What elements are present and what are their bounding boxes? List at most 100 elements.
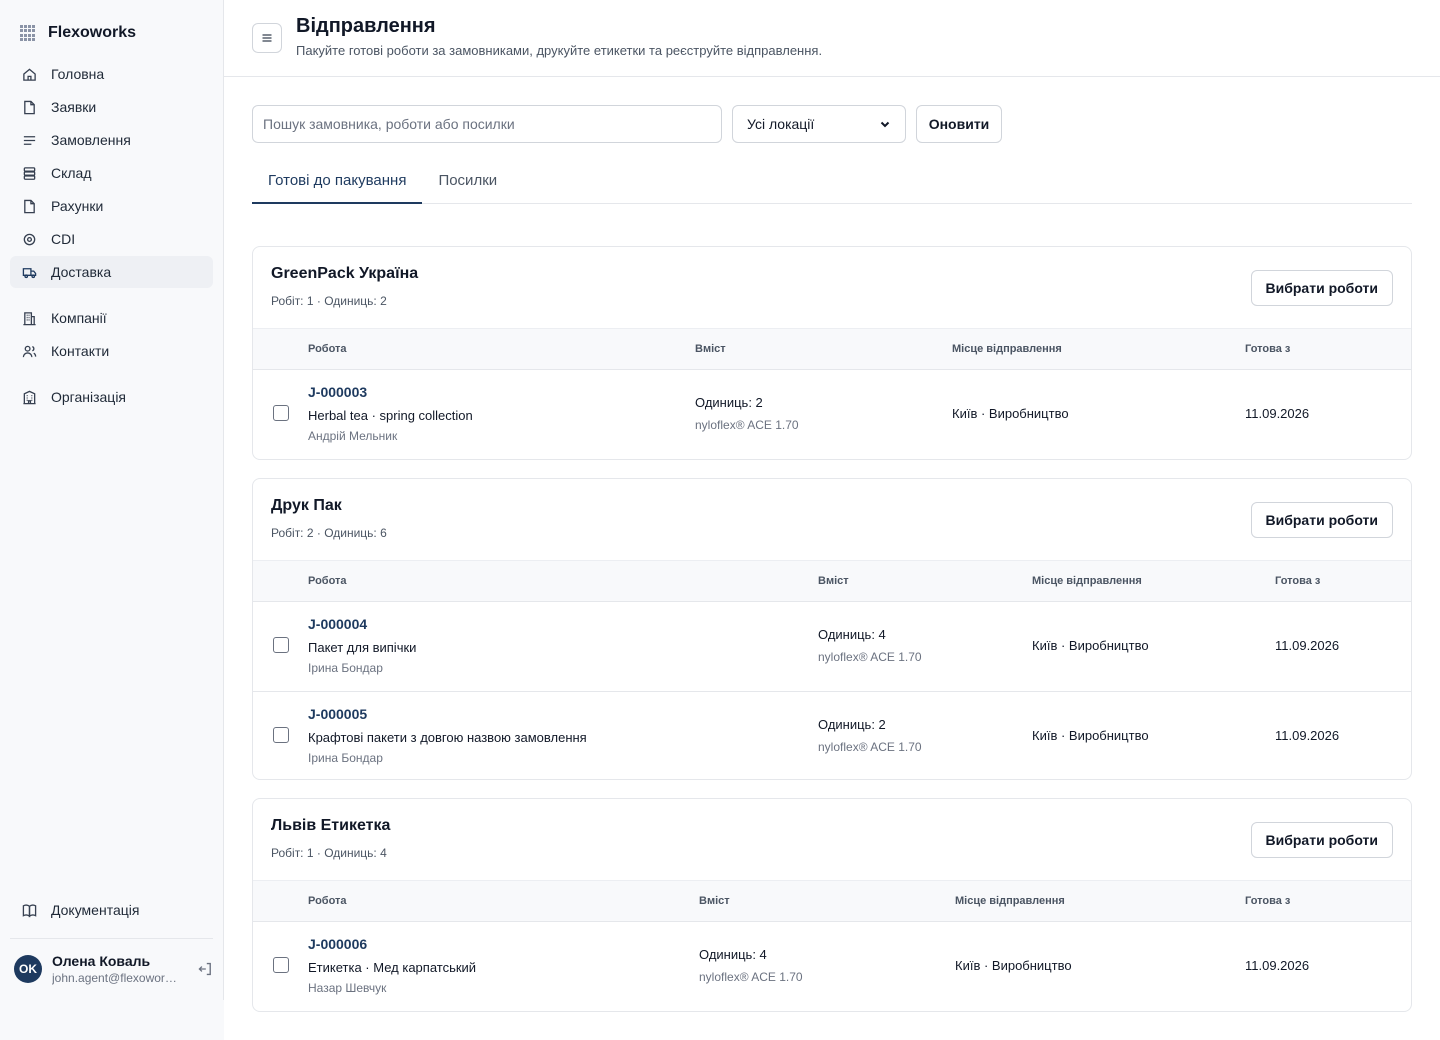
job-name: Етикетка · Мед карпатський xyxy=(308,960,477,975)
nav-org: Організація xyxy=(10,381,213,414)
page-title: Відправлення xyxy=(296,15,436,37)
row-checkbox[interactable] xyxy=(273,727,289,743)
table-header: Робота Вміст Місце відправлення Готова з xyxy=(253,328,1411,370)
row-checkbox[interactable] xyxy=(273,405,289,421)
sidebar-item-label: Склад xyxy=(51,165,92,181)
row-checkbox[interactable] xyxy=(273,637,289,653)
sidebar-item-orders[interactable]: Замовлення xyxy=(10,124,213,156)
tabs: Готові до пакування Посилки xyxy=(252,163,1412,204)
table-row: J-000005 Крафтові пакети з довгою назвою… xyxy=(253,691,1411,779)
job-id-link[interactable]: J-000005 xyxy=(308,706,367,722)
column-header-location: Місце відправлення xyxy=(955,895,1065,907)
home-icon xyxy=(23,67,36,81)
column-header-job: Робота xyxy=(308,575,347,587)
location-select[interactable]: Усі локації xyxy=(732,105,906,143)
select-jobs-button[interactable]: Вибрати роботи xyxy=(1250,822,1393,858)
tab-parcels[interactable]: Посилки xyxy=(422,163,513,204)
job-person: Андрій Мельник xyxy=(308,429,398,443)
page-subtitle: Пакуйте готові роботи за замовниками, др… xyxy=(296,43,823,58)
table-row: J-000006 Етикетка · Мед карпатський Наза… xyxy=(253,922,1411,1011)
user-name: Олена Коваль xyxy=(52,952,151,969)
brand[interactable]: Flexoworks xyxy=(20,22,136,44)
job-ready-date: 11.09.2026 xyxy=(1245,406,1310,421)
table-row: J-000004 Пакет для випічки Ірина Бондар … xyxy=(253,602,1411,691)
app-name: Flexoworks xyxy=(48,24,137,41)
select-jobs-button[interactable]: Вибрати роботи xyxy=(1250,502,1393,538)
job-person: Назар Шевчук xyxy=(308,981,387,995)
sidebar-item-label: Документація xyxy=(51,902,140,918)
nav-main: Головна Заявки Замовлення Склад Рахунки … xyxy=(10,58,213,289)
nav-docs: Документація xyxy=(10,894,213,927)
menu-icon xyxy=(262,34,272,42)
sidebar-item-delivery[interactable]: Доставка xyxy=(10,256,213,288)
sidebar-item-label: Замовлення xyxy=(51,132,131,148)
job-id-link[interactable]: J-000003 xyxy=(308,384,367,400)
job-id-link[interactable]: J-000004 xyxy=(308,616,367,632)
job-location: Київ · Виробництво xyxy=(952,406,1069,421)
job-person: Ірина Бондар xyxy=(308,751,383,765)
avatar[interactable]: OK xyxy=(14,954,42,983)
table-row: J-000003 Herbal tea · spring collection … xyxy=(253,370,1411,459)
customer-group: GreenPack Україна Робіт: 1 · Одиниць: 2 … xyxy=(252,246,1412,460)
column-header-location: Місце відправлення xyxy=(1032,575,1142,587)
sidebar: Flexoworks Головна Заявки Замовлення Скл… xyxy=(0,0,224,1000)
sidebar-item-contacts[interactable]: Контакти xyxy=(10,335,213,367)
building-icon xyxy=(23,311,36,325)
table-header: Робота Вміст Місце відправлення Готова з xyxy=(253,880,1411,922)
column-header-job: Робота xyxy=(308,895,347,907)
column-header-ready: Готова з xyxy=(1275,575,1321,587)
job-material: nyloflex® ACE 1.70 xyxy=(695,418,799,432)
job-units: Одиниць: 2 xyxy=(818,717,886,732)
sidebar-item-label: Головна xyxy=(51,66,105,82)
file-icon xyxy=(24,199,35,213)
sidebar-item-label: Заявки xyxy=(51,99,97,115)
nav-crm: Компанії Контакти xyxy=(10,302,213,368)
row-checkbox[interactable] xyxy=(273,957,289,973)
building-icon xyxy=(23,390,36,404)
job-material: nyloflex® ACE 1.70 xyxy=(818,740,922,754)
column-header-ready: Готова з xyxy=(1245,343,1291,355)
sidebar-item-label: Організація xyxy=(51,389,127,405)
column-header-content: Вміст xyxy=(699,895,730,907)
job-ready-date: 11.09.2026 xyxy=(1275,638,1340,653)
customer-name: Львів Етикетка xyxy=(271,817,391,834)
logout-icon[interactable] xyxy=(197,961,213,977)
job-units: Одиниць: 4 xyxy=(818,627,886,642)
sidebar-item-requests[interactable]: Заявки xyxy=(10,91,213,123)
job-name: Пакет для випічки xyxy=(308,640,417,655)
customer-group: Львів Етикетка Робіт: 1 · Одиниць: 4 Виб… xyxy=(252,798,1412,1012)
job-units: Одиниць: 2 xyxy=(695,395,763,410)
column-header-content: Вміст xyxy=(695,343,726,355)
job-location: Київ · Виробництво xyxy=(1032,728,1149,743)
user-info: Олена Коваль john.agent@flexoworks.com xyxy=(52,953,177,985)
user-email: john.agent@flexoworks.com xyxy=(52,970,177,985)
job-id-link[interactable]: J-000006 xyxy=(308,936,367,952)
logo-icon xyxy=(20,25,36,41)
job-ready-date: 11.09.2026 xyxy=(1275,728,1340,743)
customer-meta: Робіт: 2 · Одиниць: 6 xyxy=(271,526,387,540)
sidebar-item-label: CDI xyxy=(51,231,76,247)
tab-ready-to-pack[interactable]: Готові до пакування xyxy=(252,163,423,204)
database-icon xyxy=(23,166,36,180)
sidebar-item-label: Компанії xyxy=(51,310,107,326)
sidebar-item-home[interactable]: Головна xyxy=(10,58,213,90)
search-input[interactable] xyxy=(252,105,722,143)
list-icon xyxy=(23,135,36,145)
refresh-button[interactable]: Оновити xyxy=(916,105,1002,143)
customer-name: GreenPack Україна xyxy=(271,265,419,282)
sidebar-item-cdi[interactable]: CDI xyxy=(10,223,213,255)
job-ready-date: 11.09.2026 xyxy=(1245,958,1310,973)
sidebar-toggle-button[interactable] xyxy=(252,23,282,53)
sidebar-item-docs[interactable]: Документація xyxy=(10,894,213,926)
sidebar-item-companies[interactable]: Компанії xyxy=(10,302,213,334)
sidebar-item-organization[interactable]: Організація xyxy=(10,381,213,413)
job-location: Київ · Виробництво xyxy=(955,958,1072,973)
page-header: Відправлення Пакуйте готові роботи за за… xyxy=(224,0,1440,77)
truck-icon xyxy=(22,267,37,278)
target-icon xyxy=(23,233,36,245)
sidebar-item-warehouse[interactable]: Склад xyxy=(10,157,213,189)
sidebar-item-invoices[interactable]: Рахунки xyxy=(10,190,213,222)
job-units: Одиниць: 4 xyxy=(699,947,767,962)
select-jobs-button[interactable]: Вибрати роботи xyxy=(1250,270,1393,306)
sidebar-item-label: Рахунки xyxy=(51,198,104,214)
